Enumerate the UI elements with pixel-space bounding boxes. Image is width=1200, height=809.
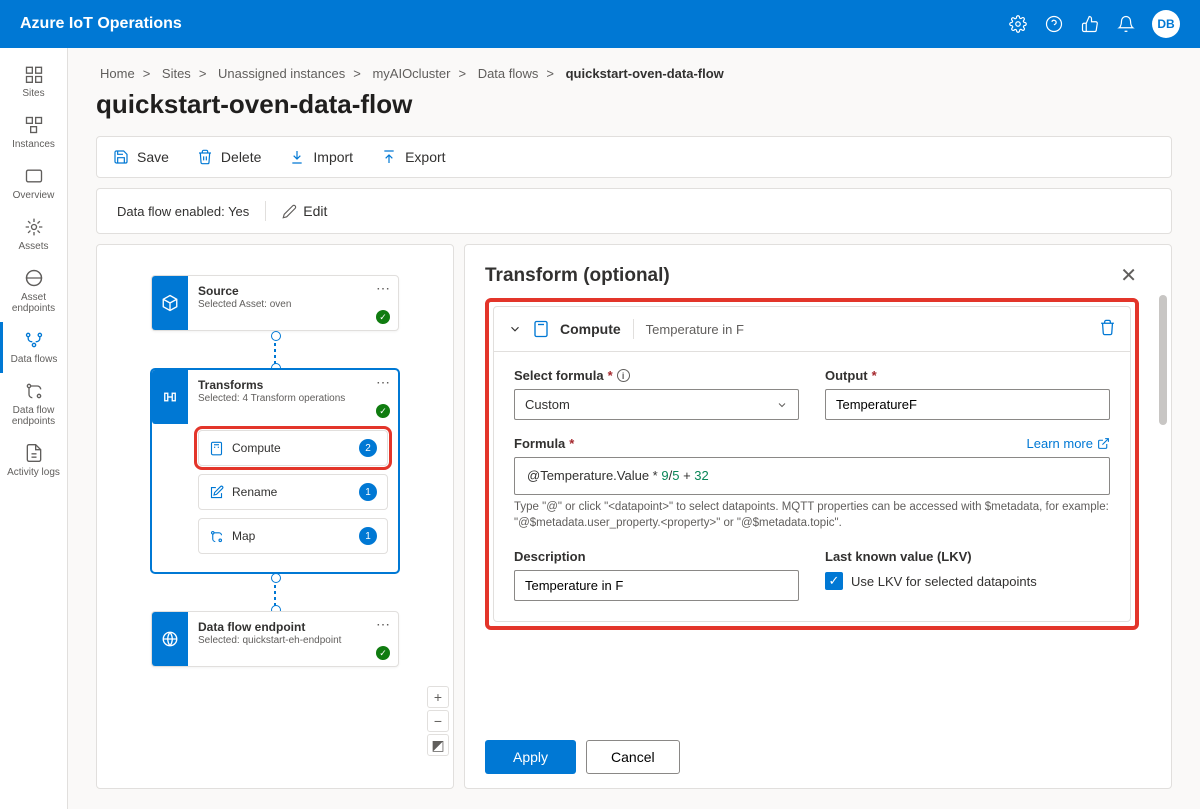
zoom-in-button[interactable]: + [427, 686, 449, 708]
page-title: quickstart-oven-data-flow [68, 85, 1200, 136]
node-title: Source [198, 284, 388, 298]
apply-button[interactable]: Apply [485, 740, 576, 774]
output-input[interactable] [825, 389, 1110, 420]
sidebar-item-instances[interactable]: Instances [0, 107, 67, 158]
rename-op[interactable]: Rename1 [198, 474, 388, 510]
info-icon[interactable]: i [617, 369, 630, 382]
sidebar-item-label: Asset endpoints [2, 292, 65, 314]
sidebar-item-label: Activity logs [7, 467, 60, 478]
compute-op[interactable]: Compute2 [198, 430, 388, 466]
fit-button[interactable]: ◩ [427, 734, 449, 756]
formula-select[interactable]: Custom [514, 389, 799, 420]
scrollbar-thumb[interactable] [1159, 295, 1167, 425]
card-subtitle: Temperature in F [646, 322, 744, 337]
card-title: Compute [560, 321, 621, 337]
panel-title: Transform (optional) [485, 265, 670, 287]
sidebar-item-data-flow-endpoints[interactable]: Data flow endpoints [0, 373, 67, 435]
sidebar-item-assets[interactable]: Assets [0, 209, 67, 260]
check-icon: ✓ [376, 310, 390, 324]
node-menu-icon[interactable]: ⋯ [376, 374, 390, 391]
export-button[interactable]: Export [381, 149, 445, 165]
edit-button[interactable]: Edit [282, 203, 327, 219]
import-button[interactable]: Import [289, 149, 353, 165]
sidebar-item-activity-logs[interactable]: Activity logs [0, 435, 67, 486]
save-button[interactable]: Save [113, 149, 169, 165]
node-title: Data flow endpoint [198, 620, 388, 634]
check-icon: ✓ [376, 404, 390, 418]
count-badge: 2 [359, 439, 377, 457]
sidebar-item-label: Assets [18, 241, 48, 252]
sidebar-item-sites[interactable]: Sites [0, 56, 67, 107]
sidebar-item-label: Data flow endpoints [2, 405, 65, 427]
check-icon: ✓ [376, 646, 390, 660]
sidebar-item-label: Sites [22, 88, 44, 99]
node-menu-icon[interactable]: ⋯ [376, 616, 390, 633]
map-op[interactable]: Map1 [198, 518, 388, 554]
lkv-checkbox-label: Use LKV for selected datapoints [851, 574, 1037, 589]
node-subtitle: Selected: quickstart-eh-endpoint [198, 635, 388, 646]
node-menu-icon[interactable]: ⋯ [376, 280, 390, 297]
zoom-out-button[interactable]: − [427, 710, 449, 732]
sidebar-item-overview[interactable]: Overview [0, 158, 67, 209]
formula-hint: Type "@" or click "<datapoint>" to selec… [514, 499, 1110, 531]
calculator-icon [532, 320, 550, 338]
description-input[interactable] [514, 570, 799, 601]
endpoint-node[interactable]: Data flow endpoint Selected: quickstart-… [151, 611, 399, 667]
sidebar-item-label: Data flows [11, 354, 58, 365]
chevron-down-icon[interactable] [508, 322, 522, 336]
sidebar-item-label: Instances [12, 139, 55, 150]
feedback-icon[interactable] [1080, 14, 1100, 34]
flow-canvas: Source Selected Asset: oven ⋯ ✓ Transfor… [96, 244, 454, 789]
source-node[interactable]: Source Selected Asset: oven ⋯ ✓ [151, 275, 399, 331]
avatar[interactable]: DB [1152, 10, 1180, 38]
sidebar-item-data-flows[interactable]: Data flows [0, 322, 67, 373]
status-label: Data flow enabled: Yes [117, 204, 249, 219]
lkv-checkbox[interactable]: ✓ [825, 572, 843, 590]
node-subtitle: Selected Asset: oven [198, 299, 388, 310]
delete-button[interactable]: Delete [197, 149, 261, 165]
learn-more-link[interactable]: Learn more [1027, 436, 1110, 451]
sidebar-item-label: Overview [13, 190, 55, 201]
settings-icon[interactable] [1008, 14, 1028, 34]
delete-icon[interactable] [1099, 319, 1116, 339]
count-badge: 1 [359, 527, 377, 545]
formula-input[interactable]: @Temperature.Value * 9/5 + 32 [514, 457, 1110, 495]
node-title: Transforms [198, 378, 388, 392]
close-icon[interactable]: ✕ [1120, 263, 1137, 288]
notifications-icon[interactable] [1116, 14, 1136, 34]
help-icon[interactable] [1044, 14, 1064, 34]
breadcrumb[interactable]: Home> Sites> Unassigned instances> myAIO… [68, 48, 1200, 85]
count-badge: 1 [359, 483, 377, 501]
cancel-button[interactable]: Cancel [586, 740, 680, 774]
transforms-node[interactable]: Transforms Selected: 4 Transform operati… [151, 369, 399, 573]
node-subtitle: Selected: 4 Transform operations [198, 393, 388, 404]
app-title: Azure IoT Operations [20, 15, 182, 33]
sidebar-item-asset-endpoints[interactable]: Asset endpoints [0, 260, 67, 322]
